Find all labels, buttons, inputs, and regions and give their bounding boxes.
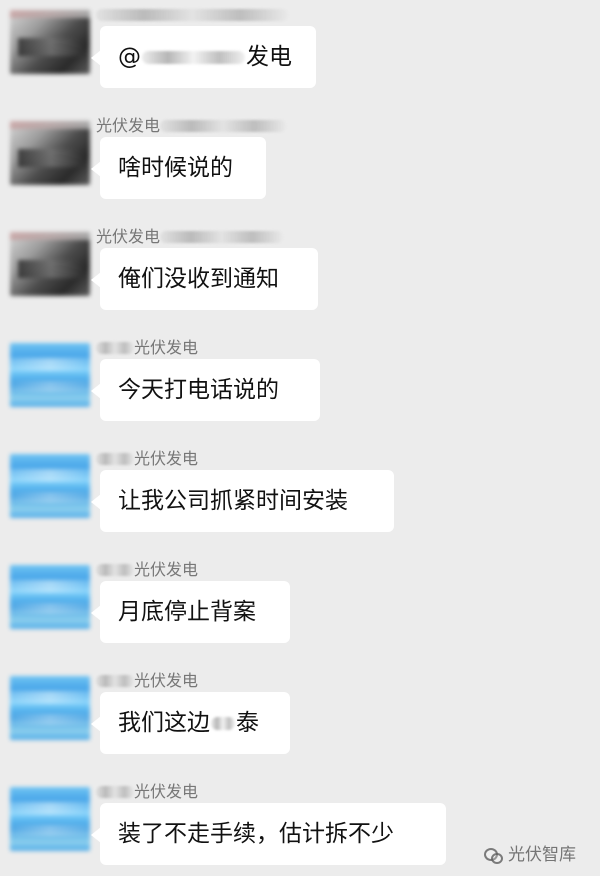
chat-message: 光伏发电 我们这边 泰 [0, 666, 600, 777]
watermark: 光伏智库 [484, 846, 576, 864]
message-text-prefix: 月底停止背案 [118, 598, 256, 625]
message-text-prefix: @ [118, 43, 141, 70]
avatar[interactable] [10, 232, 90, 296]
avatar[interactable] [10, 676, 90, 740]
sender-name-suffix: 光伏发电 [134, 449, 199, 468]
redacted-name [96, 342, 134, 354]
message-bubble[interactable]: 啥时候说的 [91, 137, 266, 199]
avatar[interactable] [10, 10, 90, 74]
message-text-prefix: 我们这边 [118, 709, 210, 736]
message-bubble[interactable]: 月底停止背案 [91, 581, 290, 643]
message-bubble[interactable]: 今天打电话说的 [91, 359, 320, 421]
message-bubble[interactable]: 俺们没收到通知 [91, 248, 318, 310]
sender-name-row: 光伏发电 [96, 226, 284, 248]
redacted-name [96, 9, 288, 21]
sender-name-suffix: 光伏发电 [134, 338, 199, 357]
avatar[interactable] [10, 343, 90, 407]
sender-name-row: 光伏发电 [96, 337, 198, 359]
chat-message: 光伏发电 今天打电话说的 [0, 333, 600, 444]
sender-name-row [96, 4, 288, 26]
redacted-name [160, 120, 287, 132]
sender-name-row: 光伏发电 [96, 559, 198, 581]
avatar[interactable] [10, 121, 90, 185]
message-text-prefix: 俺们没收到通知 [118, 265, 279, 292]
redacted-text [142, 50, 245, 64]
message-bubble[interactable]: 装了不走手续，估计拆不少 [91, 803, 446, 865]
sender-name-suffix: 光伏发电 [134, 671, 199, 690]
sender-name-suffix: 光伏发电 [134, 782, 199, 801]
chat-message: 光伏发电 让我公司抓紧时间安装 [0, 444, 600, 555]
sender-name-row: 光伏发电 [96, 448, 198, 470]
avatar[interactable] [10, 565, 90, 629]
sender-name-row: 光伏发电 [96, 115, 287, 137]
redacted-text [211, 716, 235, 730]
chat-message: 光伏发电 俺们没收到通知 [0, 222, 600, 333]
message-bubble[interactable]: 让我公司抓紧时间安装 [91, 470, 394, 532]
sender-name-prefix: 光伏发电 [96, 227, 161, 246]
message-text-prefix: 啥时候说的 [118, 154, 233, 181]
chat-message: 光伏发电 啥时候说的 [0, 111, 600, 222]
sender-name-row: 光伏发电 [96, 670, 198, 692]
message-bubble[interactable]: 我们这边 泰 [91, 692, 290, 754]
chat-message: @ 发电 [0, 0, 600, 111]
sender-name-suffix: 光伏发电 [134, 560, 199, 579]
chat-screen: @ 发电 光伏发电 啥时候说的 光伏发电 俺们没收到通知 光伏发电 今天打电话说… [0, 0, 600, 876]
wechat-icon [484, 846, 503, 864]
message-text-prefix: 今天打电话说的 [118, 376, 279, 403]
redacted-name [96, 453, 134, 465]
message-text-prefix: 让我公司抓紧时间安装 [118, 487, 348, 514]
watermark-label: 光伏智库 [508, 844, 576, 865]
redacted-name [96, 786, 134, 798]
redacted-name [96, 675, 134, 687]
avatar[interactable] [10, 787, 90, 851]
redacted-name [160, 231, 284, 243]
message-text-prefix: 装了不走手续，估计拆不少 [118, 820, 394, 847]
sender-name-row: 光伏发电 [96, 781, 198, 803]
avatar[interactable] [10, 454, 90, 518]
sender-name-prefix: 光伏发电 [96, 116, 161, 135]
message-text-suffix: 发电 [246, 43, 292, 70]
redacted-name [96, 564, 134, 576]
message-bubble[interactable]: @ 发电 [91, 26, 316, 88]
message-text-suffix: 泰 [236, 709, 259, 736]
chat-message: 光伏发电 月底停止背案 [0, 555, 600, 666]
